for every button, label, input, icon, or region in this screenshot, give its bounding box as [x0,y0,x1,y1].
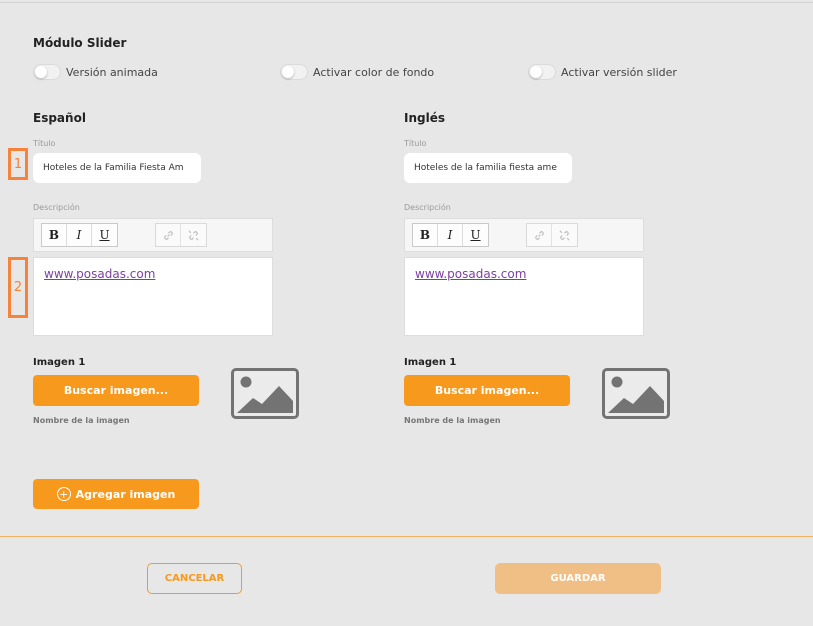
underline-button[interactable]: U [92,224,117,246]
english-image-label: Imagen 1 [404,357,457,368]
format-group: B I U [412,223,489,247]
toggle-label: Activar versión slider [561,65,677,79]
plus-circle-icon: + [56,487,71,501]
unlink-icon[interactable] [552,224,577,246]
image-placeholder-icon [602,368,670,419]
spanish-editor-toolbar: B I U [33,218,273,252]
italic-button[interactable]: I [438,224,463,246]
toggle-label: Activar color de fondo [313,65,435,79]
top-border [0,2,813,3]
cancel-button[interactable]: CANCELAR [147,563,242,594]
toggle-animated-version[interactable]: Versión animada [33,64,158,80]
annotation-marker-2: 2 [8,257,28,318]
italic-button[interactable]: I [67,224,92,246]
spanish-description-label: Descripción [33,203,80,212]
annotation-marker-1: 1 [8,148,28,180]
toggle-switch[interactable] [33,64,61,80]
add-image-button[interactable]: + Agregar imagen [33,479,199,509]
spanish-heading: Español [33,111,86,125]
image-placeholder-icon [231,368,299,419]
toggle-background-color[interactable]: Activar color de fondo [280,64,434,80]
english-description-label: Descripción [404,203,451,212]
module-title: Módulo Slider [33,36,127,50]
link-group [526,223,578,247]
spanish-search-image-button[interactable]: Buscar imagen... [33,375,199,406]
english-editor-toolbar: B I U [404,218,644,252]
toggle-switch[interactable] [528,64,556,80]
spanish-title-input[interactable]: Hoteles de la Familia Fiesta Am [33,153,201,183]
english-search-image-button[interactable]: Buscar imagen... [404,375,570,406]
english-image-name-label: Nombre de la imagen [404,416,501,425]
toggle-switch[interactable] [280,64,308,80]
link-icon[interactable] [527,224,552,246]
spanish-image-label: Imagen 1 [33,357,86,368]
unlink-icon[interactable] [181,224,206,246]
english-description-editor[interactable]: www.posadas.com [404,257,644,336]
save-button[interactable]: GUARDAR [495,563,661,594]
description-link[interactable]: www.posadas.com [415,267,526,281]
bold-button[interactable]: B [413,224,438,246]
spanish-image-name-label: Nombre de la imagen [33,416,130,425]
english-title-input[interactable]: Hoteles de la familia fiesta ame [404,153,572,183]
english-heading: Inglés [404,111,445,125]
bold-button[interactable]: B [42,224,67,246]
underline-button[interactable]: U [463,224,488,246]
toggle-slider-version[interactable]: Activar versión slider [528,64,677,80]
spanish-title-label: Título [33,139,56,148]
toggle-label: Versión animada [66,65,158,79]
add-image-label: Agregar imagen [75,487,176,501]
spanish-description-editor[interactable]: www.posadas.com [33,257,273,336]
english-title-label: Título [404,139,427,148]
description-link[interactable]: www.posadas.com [44,267,155,281]
link-icon[interactable] [156,224,181,246]
footer-divider [0,536,813,537]
link-group [155,223,207,247]
format-group: B I U [41,223,118,247]
